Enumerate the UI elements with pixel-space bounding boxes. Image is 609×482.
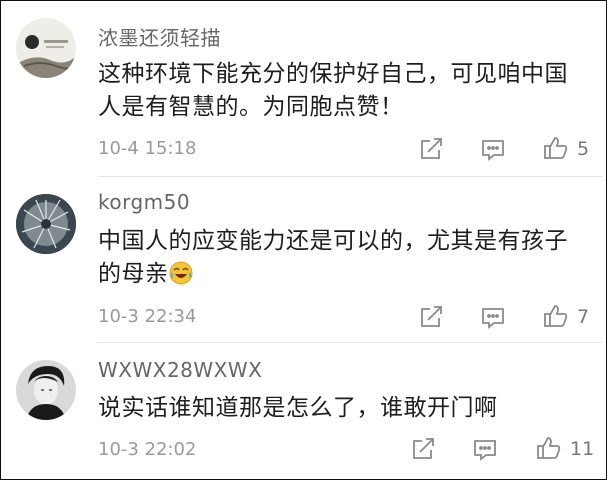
like-count: 7 xyxy=(577,306,590,328)
like-icon[interactable] xyxy=(536,435,562,461)
divider xyxy=(98,342,603,343)
comment-item: korgm50 中国人的应变能力还是可以的，尤其是有孩子的母亲 10-3 22:… xyxy=(0,180,609,342)
like-count: 5 xyxy=(577,138,590,160)
share-icon[interactable] xyxy=(418,304,444,330)
laughing-tears-emoji xyxy=(169,261,193,285)
comment-icon[interactable] xyxy=(480,137,506,163)
comment-item: WXWX28WXWX 说实话谁知道那是怎么了，谁敢开门啊 10-3 22:02 … xyxy=(0,344,609,480)
divider xyxy=(98,176,603,177)
like-icon[interactable] xyxy=(543,303,569,329)
comment-text: 中国人的应变能力还是可以的，尤其是有孩子的母亲 xyxy=(98,225,588,291)
comment-text: 这种环境下能充分的保护好自己，可见咱中国人是有智慧的。为同胞点赞！ xyxy=(98,61,568,120)
comment-text: 说实话谁知道那是怎么了，谁敢开门啊 xyxy=(98,395,498,421)
like-icon[interactable] xyxy=(543,135,569,161)
username[interactable]: korgm50 xyxy=(98,190,190,214)
username[interactable]: WXWX28WXWX xyxy=(98,358,262,382)
like-count: 11 xyxy=(570,438,595,460)
comment-icon[interactable] xyxy=(472,437,498,463)
comment-icon[interactable] xyxy=(480,305,506,331)
timestamp: 10-3 22:34 xyxy=(98,306,197,327)
avatar[interactable] xyxy=(16,360,76,420)
comment-item: 浓墨还须轻描 这种环境下能充分的保护好自己，可见咱中国人是有智慧的。为同胞点赞！… xyxy=(0,0,609,180)
share-icon[interactable] xyxy=(418,136,444,162)
username[interactable]: 浓墨还须轻描 xyxy=(98,22,221,51)
share-icon[interactable] xyxy=(410,436,436,462)
timestamp: 10-3 22:02 xyxy=(98,439,197,460)
avatar[interactable] xyxy=(16,194,76,254)
timestamp: 10-4 15:18 xyxy=(98,138,197,159)
avatar[interactable] xyxy=(16,18,76,78)
